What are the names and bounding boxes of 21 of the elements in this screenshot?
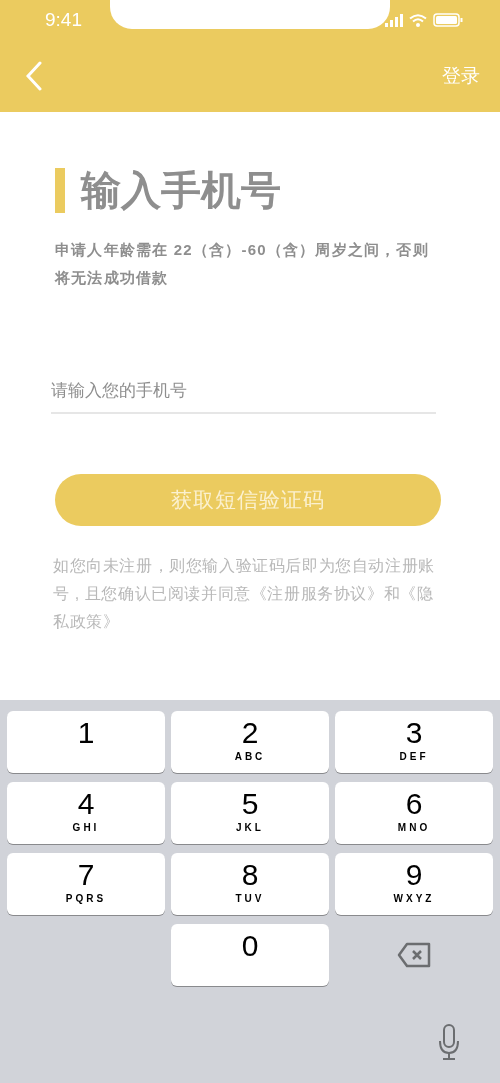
keypad-key[interactable]: 7 PQRS bbox=[7, 853, 165, 915]
keypad-key[interactable]: 4 GHI bbox=[7, 782, 165, 844]
wifi-icon bbox=[409, 13, 427, 27]
keypad-key[interactable]: 8 TUV bbox=[171, 853, 329, 915]
status-time: 9:41 bbox=[45, 7, 82, 32]
agreement-text: 如您向未注册，则您输入验证码后即为您自动注册账号 , 且您确认已阅读并同意《注册服务协议》和《隐私政策》 bbox=[53, 556, 436, 632]
keypad-key[interactable]: 5 JKL bbox=[171, 782, 329, 844]
accent-bar bbox=[55, 167, 65, 213]
backspace-icon[interactable] bbox=[397, 942, 431, 968]
page-title: 输入手机号 bbox=[81, 167, 281, 214]
keypad-key[interactable]: 6 MNO bbox=[335, 782, 493, 844]
battery-icon bbox=[433, 13, 463, 27]
phone-field[interactable]: 请输入您的手机号 bbox=[51, 370, 436, 414]
keypad-key[interactable]: 1 bbox=[7, 711, 165, 773]
microphone-icon[interactable] bbox=[438, 1024, 460, 1060]
keypad-key[interactable]: 2 ABC bbox=[171, 711, 329, 773]
keypad-key[interactable]: 0 bbox=[171, 924, 329, 986]
keypad-key[interactable]: 9 WXYZ bbox=[335, 853, 493, 915]
signal-icon bbox=[385, 13, 403, 27]
keypad-key[interactable]: 3 DEF bbox=[335, 711, 493, 773]
age-notice: 申请人年龄需在 22（含）-60（含）周岁之间，否则将无法成功借款 bbox=[55, 240, 430, 288]
